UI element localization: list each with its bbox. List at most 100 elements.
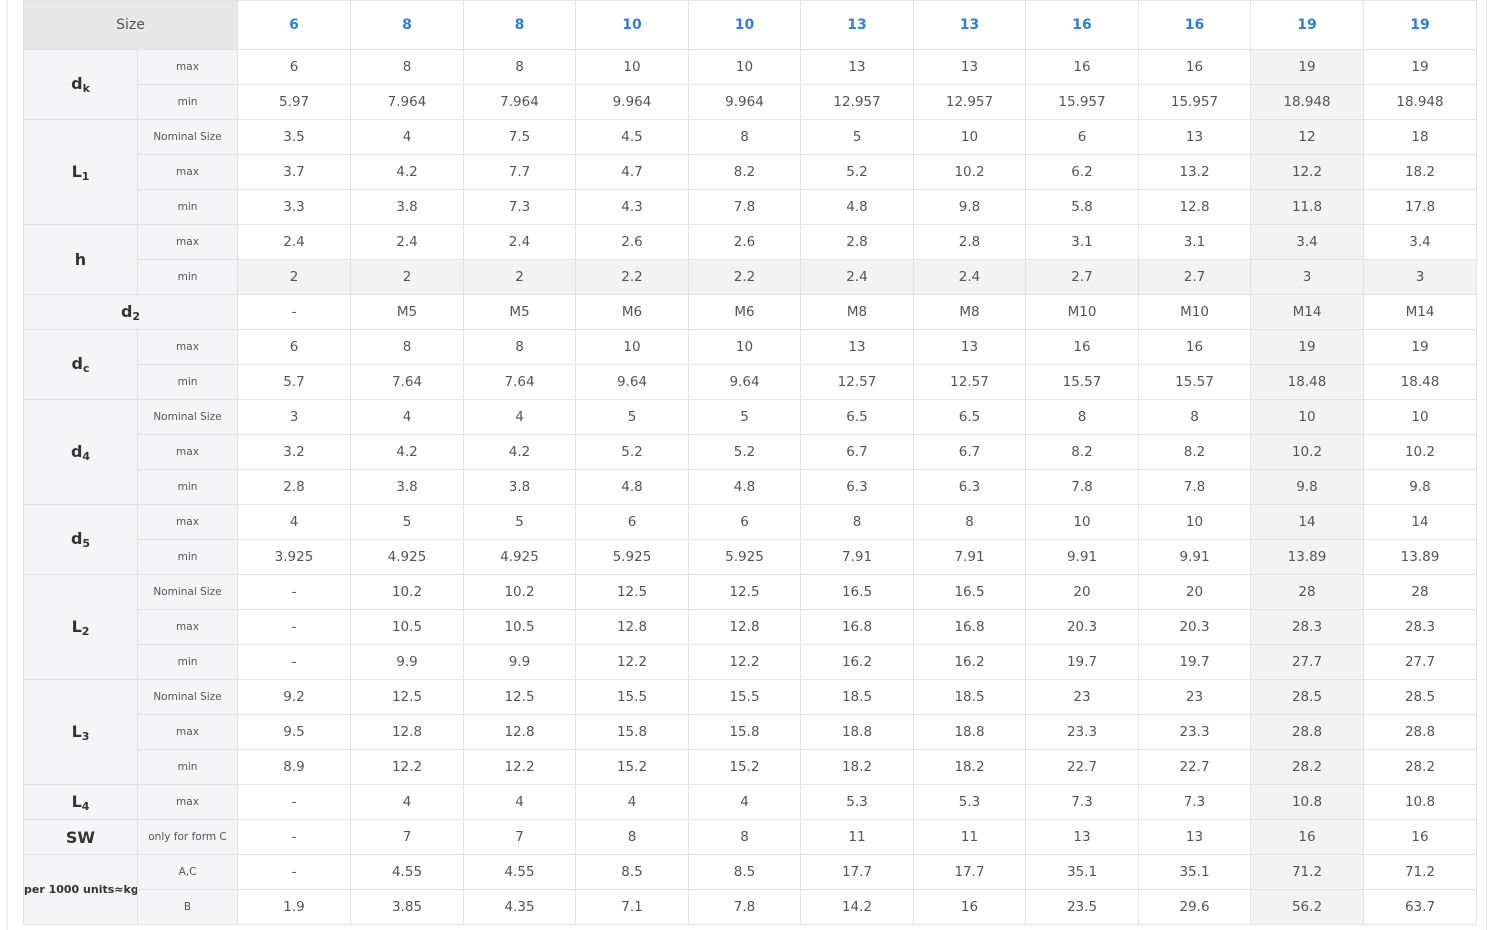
- value-cell: 3.8: [350, 189, 464, 225]
- value-cell: 5.925: [575, 539, 689, 575]
- value-cell: 10.2: [350, 574, 464, 610]
- value-cell: 5.2: [575, 434, 689, 470]
- value-cell: 18.2: [913, 749, 1026, 785]
- parameter-symbol: d4: [71, 442, 90, 463]
- value-cell: 9.964: [688, 84, 801, 120]
- parameter-label: L2: [23, 574, 138, 680]
- size-header-cell: 16: [1025, 0, 1139, 50]
- value-cell: 7.964: [463, 84, 576, 120]
- value-cell: 16: [1138, 329, 1251, 365]
- value-cell: 3: [1250, 259, 1364, 295]
- value-cell: 15.8: [688, 714, 801, 750]
- tolerance-label: min: [137, 84, 238, 120]
- size-header-row: Size 6 8 8 10 10 13 13 16 16 19 19: [23, 0, 1477, 50]
- parameter-symbol: dk: [71, 74, 90, 95]
- value-cell: 12.2: [688, 644, 801, 680]
- value-cell: 28: [1363, 574, 1477, 610]
- value-cell: M8: [913, 294, 1026, 330]
- value-cell: 7.5: [463, 119, 576, 155]
- value-cell: 9.2: [237, 679, 351, 715]
- value-cell: 12: [1250, 119, 1364, 155]
- value-cell: 12.8: [688, 609, 801, 645]
- value-cell: 8: [463, 329, 576, 365]
- value-cell: 8.2: [688, 154, 801, 190]
- parameter-label: SW: [23, 819, 138, 855]
- value-cell: 20: [1138, 574, 1251, 610]
- parameter-symbol-main: d: [71, 354, 83, 373]
- value-cell: 13.89: [1250, 539, 1364, 575]
- value-cell: 23.3: [1025, 714, 1139, 750]
- value-cell: 18.48: [1363, 364, 1477, 400]
- dimension-table: Size 6 8 8 10 10 13 13 16 16 19 19 dk max 6 8 8 10 10 13 1…: [23, 0, 1477, 925]
- value-cell: 4: [350, 399, 464, 435]
- value-cell: 15.57: [1025, 364, 1139, 400]
- value-cell: 28.3: [1250, 609, 1364, 645]
- value-cell: 4: [237, 504, 351, 540]
- table-row: max -10.5 10.5 12.8 12.8 16.8 16.8 20.3 20.3 28.3…: [24, 609, 1477, 645]
- tolerance-label: max: [137, 609, 238, 645]
- value-cell: 11: [800, 819, 914, 855]
- value-cell: 10: [1250, 399, 1364, 435]
- value-cell: 7: [350, 819, 464, 855]
- value-cell: 16.5: [913, 574, 1026, 610]
- value-cell: 5.3: [913, 784, 1026, 820]
- tolerance-label: max: [137, 224, 238, 260]
- value-cell: 2.4: [350, 224, 464, 260]
- tolerance-label: Nominal Size: [137, 399, 238, 435]
- value-cell: 8.2: [1138, 434, 1251, 470]
- table-row: d5 max 4 5 5 6 6 8 8 10 10 14 14: [23, 504, 1477, 575]
- value-cell: 10: [1363, 399, 1477, 435]
- value-cell: 23: [1138, 679, 1251, 715]
- value-cell: 20: [1025, 574, 1139, 610]
- value-cell: 8.5: [688, 854, 801, 890]
- value-cell: 6.7: [913, 434, 1026, 470]
- value-cell: 3: [1363, 259, 1477, 295]
- value-cell: 5.7: [237, 364, 351, 400]
- value-cell: 19.7: [1138, 644, 1251, 680]
- value-cell: M10: [1025, 294, 1139, 330]
- value-cell: 7.8: [688, 889, 801, 925]
- value-cell: 9.91: [1025, 539, 1139, 575]
- value-cell: 12.5: [575, 574, 689, 610]
- value-cell: 35.1: [1025, 854, 1139, 890]
- value-cell: 28: [1250, 574, 1364, 610]
- value-cell: 22.7: [1138, 749, 1251, 785]
- value-cell: 2.4: [913, 259, 1026, 295]
- value-cell: 10: [688, 329, 801, 365]
- value-cell: 4.8: [800, 189, 914, 225]
- size-header-cell: 19: [1250, 0, 1364, 50]
- value-cell: 6: [237, 329, 351, 365]
- value-cell: 4: [688, 784, 801, 820]
- value-cell: 9.964: [575, 84, 689, 120]
- value-cell: M6: [688, 294, 801, 330]
- value-cell: 7.91: [800, 539, 914, 575]
- value-cell: -: [237, 854, 351, 890]
- value-cell: 9.8: [1363, 469, 1477, 505]
- value-cell: 6.3: [913, 469, 1026, 505]
- value-cell: 8: [1138, 399, 1251, 435]
- value-cell: 3.5: [237, 119, 351, 155]
- parameter-symbol-subscript: 4: [82, 449, 91, 463]
- table-row: h max 2.4 2.4 2.4 2.6 2.6 2.8 2.8 3.1 3.1 3.4 3.4: [23, 224, 1477, 295]
- parameter-symbol: d5: [71, 529, 90, 550]
- parameter-symbol-main: L: [71, 161, 82, 181]
- table-row: dc max 6 8 8 10 10 13 13 16 16 19 19: [23, 329, 1477, 400]
- value-cell: 11.8: [1250, 189, 1364, 225]
- value-cell: 18.2: [1363, 154, 1477, 190]
- value-cell: 63.7: [1363, 889, 1477, 925]
- parameter-label: d4: [23, 399, 138, 505]
- value-cell: 2.8: [913, 224, 1026, 260]
- value-cell: 6.2: [1025, 154, 1139, 190]
- value-cell: 19: [1363, 329, 1477, 365]
- value-cell: 2.6: [688, 224, 801, 260]
- value-cell: 4: [575, 784, 689, 820]
- value-cell: 9.91: [1138, 539, 1251, 575]
- value-cell: 12.957: [800, 84, 914, 120]
- parameter-symbol-main: d: [70, 441, 83, 461]
- table-row: SW only for form C -7 7 8 8 11 11 13 13 16 16: [23, 819, 1477, 855]
- table-row: min 2 2 2 2.2 2.2 2.4 2.4 2.7 2.7 3 3: [24, 259, 1477, 295]
- value-cell: 13: [800, 329, 914, 365]
- value-cell: -: [237, 784, 351, 820]
- table-row: min 3.3 3.8 7.3 4.3 7.8 4.8 9.8 5.8 12.8 11.8 17.8: [24, 189, 1477, 225]
- tolerance-label: max: [137, 714, 238, 750]
